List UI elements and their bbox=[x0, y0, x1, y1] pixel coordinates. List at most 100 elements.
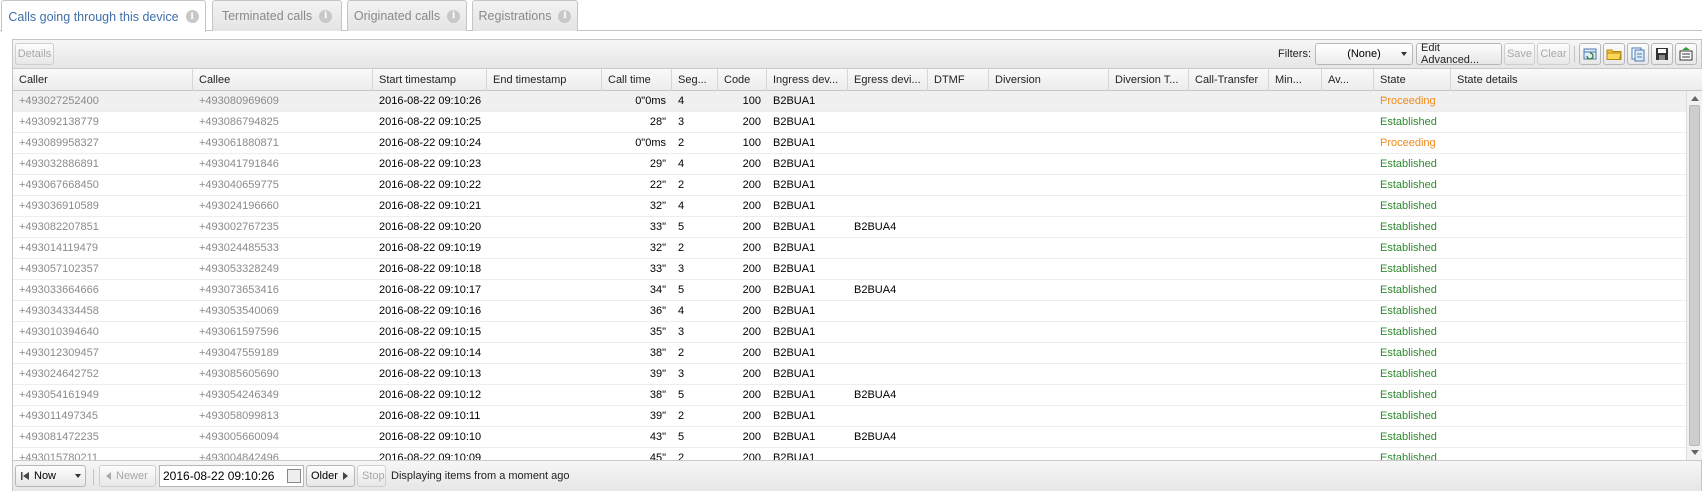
table-row[interactable]: +493033664666 +493073653416 2016-08-22 09:… bbox=[13, 280, 1686, 301]
scroll-up-icon[interactable] bbox=[1691, 96, 1699, 101]
cell-start: 2016-08-22 09:10:15 bbox=[379, 326, 482, 338]
now-split-button[interactable]: Now bbox=[15, 465, 86, 487]
stop-button[interactable]: Stop bbox=[357, 465, 386, 487]
cell-start: 2016-08-22 09:10:17 bbox=[379, 284, 482, 296]
table-row[interactable]: +493032886891 +493041791846 2016-08-22 09:… bbox=[13, 154, 1686, 175]
cell-code: 200 bbox=[742, 179, 761, 191]
table-row[interactable]: +493010394640 +493061597596 2016-08-22 09:… bbox=[13, 322, 1686, 343]
cell-seg: 3 bbox=[678, 263, 685, 275]
table-row[interactable]: +493011497345 +493058099813 2016-08-22 09:… bbox=[13, 406, 1686, 427]
column-header[interactable]: Diversion T... bbox=[1109, 69, 1189, 91]
table-row[interactable]: +493034334458 +493053540069 2016-08-22 09:… bbox=[13, 301, 1686, 322]
column-header[interactable]: Start timestamp bbox=[373, 69, 487, 91]
open-folder-icon[interactable] bbox=[1603, 43, 1625, 65]
column-header[interactable]: Diversion bbox=[989, 69, 1109, 91]
info-icon[interactable]: i bbox=[185, 10, 199, 23]
table-row[interactable]: +493015780211 +493004842496 2016-08-22 09:… bbox=[13, 448, 1686, 460]
column-header[interactable]: DTMF bbox=[928, 69, 989, 91]
paging-toolbar: Now Newer 2016-08-22 09:10:26 Older Stop… bbox=[13, 460, 1701, 491]
cell-state: Established bbox=[1380, 431, 1437, 443]
refresh-columns-icon[interactable] bbox=[1579, 43, 1601, 65]
details-button[interactable]: Details bbox=[15, 43, 54, 65]
clear-button[interactable]: Clear bbox=[1537, 43, 1570, 65]
cell-ingress: B2BUA1 bbox=[773, 284, 816, 296]
info-icon[interactable]: i bbox=[447, 9, 461, 23]
save-button[interactable]: Save bbox=[1504, 43, 1535, 65]
table-row[interactable]: +493054161949 +493054246349 2016-08-22 09:… bbox=[13, 385, 1686, 406]
cell-egress bbox=[848, 112, 928, 132]
cell-seg: 5 bbox=[678, 221, 685, 233]
cell-start: 2016-08-22 09:10:11 bbox=[379, 410, 481, 422]
cell-callee: +493005660094 bbox=[199, 431, 279, 443]
table-row[interactable]: +493089958327 +493061880871 2016-08-22 09:… bbox=[13, 133, 1686, 154]
cell-end bbox=[487, 280, 602, 300]
chevron-down-icon[interactable] bbox=[75, 474, 81, 478]
cell-start: 2016-08-22 09:10:25 bbox=[379, 116, 482, 128]
column-header[interactable]: Code bbox=[718, 69, 767, 91]
export-icon[interactable] bbox=[1675, 43, 1697, 65]
arrow-right-icon bbox=[342, 472, 348, 480]
tab-terminated-calls[interactable]: Terminated calls i bbox=[212, 0, 342, 31]
tab-bar: Calls going through this device i Termin… bbox=[0, 0, 1702, 32]
grid-body: +493027252400 +493080969609 2016-08-22 09:… bbox=[13, 91, 1686, 460]
cell-caller: +493034334458 bbox=[19, 305, 99, 317]
table-row[interactable]: +493036910589 +493024196660 2016-08-22 09:… bbox=[13, 196, 1686, 217]
cell-egress bbox=[848, 259, 928, 279]
cell-callee: +493058099813 bbox=[199, 410, 279, 422]
cell-ingress: B2BUA1 bbox=[773, 95, 816, 107]
vertical-scrollbar[interactable] bbox=[1686, 91, 1702, 460]
timestamp-field[interactable]: 2016-08-22 09:10:26 bbox=[159, 465, 304, 487]
column-header[interactable]: Call-Transfer bbox=[1189, 69, 1269, 91]
table-row[interactable]: +493014119479 +493024485533 2016-08-22 09:… bbox=[13, 238, 1686, 259]
column-header[interactable]: Egress devi... bbox=[848, 69, 928, 91]
scroll-down-icon[interactable] bbox=[1691, 450, 1699, 455]
cell-egress bbox=[848, 175, 928, 195]
cell-state: Established bbox=[1380, 263, 1437, 275]
table-row[interactable]: +493024642752 +493085605690 2016-08-22 09:… bbox=[13, 364, 1686, 385]
save-disk-icon[interactable] bbox=[1651, 43, 1673, 65]
tab-label: Calls going through this device bbox=[8, 9, 179, 24]
older-button[interactable]: Older bbox=[306, 465, 355, 487]
column-header[interactable]: Av... bbox=[1322, 69, 1374, 91]
table-row[interactable]: +493067668450 +493040659775 2016-08-22 09:… bbox=[13, 175, 1686, 196]
copy-icon[interactable] bbox=[1627, 43, 1649, 65]
filter-select[interactable]: (None) bbox=[1315, 43, 1413, 65]
cell-code: 100 bbox=[742, 95, 761, 107]
column-header[interactable]: End timestamp bbox=[487, 69, 602, 91]
cell-start: 2016-08-22 09:10:21 bbox=[379, 200, 482, 212]
tab-originated-calls[interactable]: Originated calls i bbox=[347, 0, 467, 31]
cell-code: 200 bbox=[742, 410, 761, 422]
cell-callee: +493004842496 bbox=[199, 452, 279, 460]
scrollbar-thumb[interactable] bbox=[1689, 105, 1700, 446]
cell-end bbox=[487, 196, 602, 216]
table-row[interactable]: +493012309457 +493047559189 2016-08-22 09:… bbox=[13, 343, 1686, 364]
info-icon[interactable]: i bbox=[319, 9, 333, 23]
edit-advanced-button[interactable]: Edit Advanced... bbox=[1416, 42, 1502, 66]
filters-label: Filters: bbox=[1278, 48, 1311, 60]
tab-registrations[interactable]: Registrations i bbox=[472, 0, 578, 31]
cell-caller: +493054161949 bbox=[19, 389, 99, 401]
cell-start: 2016-08-22 09:10:14 bbox=[379, 347, 482, 359]
cell-call-time: 36" bbox=[649, 305, 666, 317]
table-row[interactable]: +493057102357 +493053328249 2016-08-22 09:… bbox=[13, 259, 1686, 280]
cell-code: 200 bbox=[742, 326, 761, 338]
column-header[interactable]: Seg... bbox=[672, 69, 718, 91]
newer-button[interactable]: Newer bbox=[99, 465, 156, 487]
calendar-icon[interactable] bbox=[287, 469, 301, 483]
column-header[interactable]: Call time bbox=[602, 69, 672, 91]
column-header[interactable]: Ingress dev... bbox=[767, 69, 848, 91]
cell-callee: +493061597596 bbox=[199, 326, 279, 338]
info-icon[interactable]: i bbox=[558, 9, 572, 23]
column-header[interactable]: Caller bbox=[13, 69, 193, 91]
column-header[interactable]: Min... bbox=[1269, 69, 1322, 91]
column-header[interactable]: Callee bbox=[193, 69, 373, 91]
tab-calls-through-device[interactable]: Calls going through this device i bbox=[1, 0, 206, 32]
column-header[interactable]: State bbox=[1374, 69, 1451, 91]
cell-seg: 3 bbox=[678, 368, 685, 380]
table-row[interactable]: +493092138779 +493086794825 2016-08-22 09:… bbox=[13, 112, 1686, 133]
column-header[interactable]: State details bbox=[1451, 69, 1702, 91]
table-row[interactable]: +493081472235 +493005660094 2016-08-22 09:… bbox=[13, 427, 1686, 448]
table-row[interactable]: +493082207851 +493002767235 2016-08-22 09:… bbox=[13, 217, 1686, 238]
newer-label: Newer bbox=[116, 470, 148, 482]
table-row[interactable]: +493027252400 +493080969609 2016-08-22 09:… bbox=[13, 91, 1686, 112]
